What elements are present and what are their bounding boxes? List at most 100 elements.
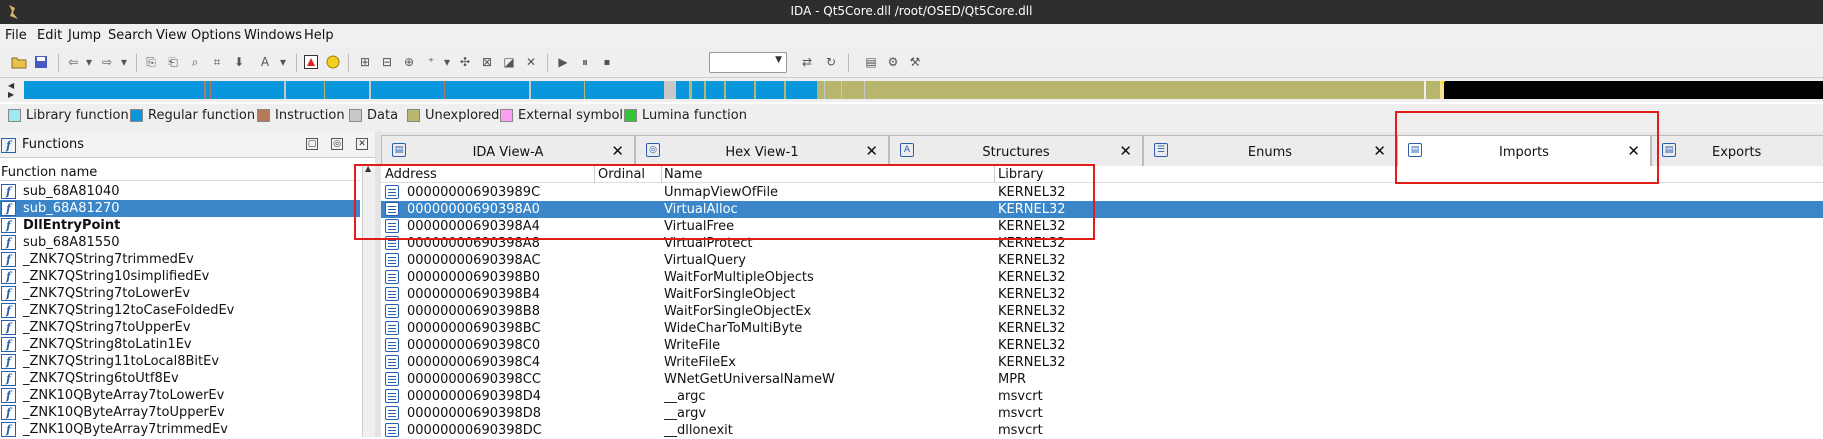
import-address-cell: 00000000690398B4 — [407, 287, 540, 302]
menu-options[interactable]: Options — [191, 28, 241, 43]
import-address-cell: 00000000690398B8 — [407, 304, 540, 319]
attach-icon[interactable]: ⇄ — [798, 53, 816, 71]
function-row[interactable]: f _ZNK7QString10simplifiedEv — [0, 268, 360, 285]
nav-arrows-icon[interactable]: ◀ ▶ — [8, 81, 18, 101]
chart-icon[interactable]: ◪ — [500, 53, 518, 71]
close-icon[interactable]: ✕ — [865, 142, 878, 160]
legend-external-symbol: External symbol — [500, 107, 623, 123]
hex-icon: ◎ — [646, 143, 660, 157]
menu-search[interactable]: Search — [108, 28, 153, 43]
close-icon[interactable]: ✕ — [1373, 142, 1386, 160]
function-name-column-header[interactable]: Function name — [0, 164, 360, 181]
function-row[interactable]: f _ZNK7QString6toUtf8Ev — [0, 370, 360, 387]
import-row[interactable]: 00000000690398B8 WaitForSingleObjectEx KER… — [381, 303, 1823, 320]
import-row[interactable]: 00000000690398D8 __argv msvcrt — [381, 405, 1823, 422]
import-row[interactable]: 00000000690398DC __dllonexit msvcrt — [381, 422, 1823, 439]
function-row[interactable]: f sub_68A81550 — [0, 234, 360, 251]
import-row[interactable]: 00000000690398D4 __argc msvcrt — [381, 388, 1823, 405]
copy-icon[interactable]: ⎘ — [142, 53, 160, 71]
data-icon[interactable]: ⊕ — [400, 53, 418, 71]
function-icon: f — [1, 337, 16, 352]
import-address-cell: 00000000690398D4 — [407, 389, 542, 404]
restore-icon[interactable]: ▢ — [306, 138, 318, 150]
debugger-select[interactable]: ▼ — [709, 52, 787, 73]
function-row-selected[interactable]: f sub_68A81270 — [0, 200, 360, 217]
function-row[interactable]: f _ZNK7QString7toLowerEv — [0, 285, 360, 302]
tab-hex-view-1[interactable]: ◎ Hex View-1 ✕ — [635, 135, 889, 166]
graph-icon[interactable] — [302, 53, 320, 71]
menu-bar: File Edit Jump Search View Options Windo… — [0, 24, 1823, 48]
navigation-band[interactable]: ◀ ▶ — [0, 78, 1823, 102]
back-menu-icon[interactable]: ▾ — [80, 53, 98, 71]
function-row[interactable]: f _ZNK7QString8toLatin1Ev — [0, 336, 360, 353]
stop-icon[interactable]: ⏹ — [598, 53, 616, 71]
search-binary-icon[interactable]: ⌗ — [208, 53, 226, 71]
import-row[interactable]: 00000000690398C4 WriteFileEx KERNEL32 — [381, 354, 1823, 371]
menu-jump[interactable]: Jump — [68, 28, 101, 43]
enums-icon: ☰ — [1154, 143, 1168, 157]
import-name-cell: WideCharToMultiByte — [664, 321, 803, 336]
struct-icon[interactable]: ✣ — [456, 53, 474, 71]
forward-menu-icon[interactable]: ▾ — [115, 53, 133, 71]
float-icon[interactable]: ◎ — [331, 138, 343, 150]
import-name-cell: WNetGetUniversalNameW — [664, 372, 835, 387]
function-icon[interactable]: ⊞ — [356, 53, 374, 71]
function-row[interactable]: f _ZNK10QByteArray7toLowerEv — [0, 387, 360, 404]
tools-icon[interactable]: ⚒ — [906, 53, 924, 71]
import-row[interactable]: 00000000690398B0 WaitForMultipleObjects KE… — [381, 269, 1823, 286]
close-icon[interactable]: ✕ — [356, 138, 368, 150]
import-library-cell: KERNEL32 — [998, 321, 1066, 336]
pause-icon[interactable]: ⏸ — [576, 53, 594, 71]
tab-enums[interactable]: ☰ Enums ✕ — [1143, 135, 1397, 166]
undefine-icon[interactable]: ✕ — [522, 53, 540, 71]
function-row[interactable]: f _ZNK7QString11toLocal8BitEv — [0, 353, 360, 370]
tab-exports[interactable]: ▤ Exports — [1651, 135, 1823, 166]
function-row[interactable]: f sub_68A81040 — [0, 183, 360, 200]
import-address-cell: 00000000690398C0 — [407, 338, 541, 353]
import-row[interactable]: 00000000690398C0 WriteFile KERNEL32 — [381, 337, 1823, 354]
function-row[interactable]: f _ZNK7QString7toUpperEv — [0, 319, 360, 336]
tab-structures[interactable]: A Structures ✕ — [889, 135, 1143, 166]
menu-help[interactable]: Help — [304, 28, 334, 43]
import-row[interactable]: 00000000690398BC WideCharToMultiByte KERNE… — [381, 320, 1823, 337]
string-menu-icon[interactable]: ▾ — [438, 53, 456, 71]
function-row[interactable]: f _ZNK10QByteArray7trimmedEv — [0, 421, 360, 438]
open-icon[interactable] — [10, 53, 28, 71]
function-row[interactable]: f _ZNK7QString12toCaseFoldedEv — [0, 302, 360, 319]
text-menu-icon[interactable]: ▾ — [274, 53, 292, 71]
lumina-icon[interactable] — [324, 53, 342, 71]
menu-edit[interactable]: Edit — [37, 28, 62, 43]
functions-panel-title: Functions — [22, 137, 85, 152]
text-icon[interactable]: A — [256, 53, 274, 71]
function-row[interactable]: f DllEntryPoint — [0, 217, 360, 234]
menu-view[interactable]: View — [156, 28, 187, 43]
forward-icon[interactable]: ⇨ — [98, 53, 116, 71]
function-row[interactable]: f _ZNK10QByteArray7toUpperEv — [0, 404, 360, 421]
code-icon[interactable]: ⊟ — [378, 53, 396, 71]
play-icon[interactable]: ▶ — [554, 53, 572, 71]
search-text-icon[interactable]: ⌕ — [186, 53, 204, 71]
menu-windows[interactable]: Windows — [244, 28, 302, 43]
swatch-icon — [349, 108, 362, 122]
navigation-band-bar[interactable] — [24, 81, 1823, 99]
paste-icon[interactable]: ⎗ — [164, 53, 182, 71]
close-icon[interactable]: ✕ — [1119, 142, 1132, 160]
enum-icon[interactable]: ⊠ — [478, 53, 496, 71]
import-row[interactable]: 00000000690398AC VirtualQuery KERNEL32 — [381, 252, 1823, 269]
hexrays-icon[interactable]: ⚙ — [884, 53, 902, 71]
import-row[interactable]: 00000000690398CC WNetGetUniversalNameW MPR — [381, 371, 1823, 388]
swatch-icon — [407, 108, 420, 122]
highlight-box-imports-tab — [1395, 111, 1659, 184]
imports-icon[interactable]: ▤ — [862, 53, 880, 71]
tab-ida-view-a[interactable]: ▤ IDA View-A ✕ — [381, 135, 635, 166]
import-address-cell: 00000000690398BC — [407, 321, 541, 336]
function-row[interactable]: f _ZNK7QString7trimmedEv — [0, 251, 360, 268]
save-icon[interactable] — [32, 53, 50, 71]
close-icon[interactable]: ✕ — [611, 142, 624, 160]
jump-down-icon[interactable]: ⬇ — [230, 53, 248, 71]
import-row[interactable]: 00000000690398B4 WaitForSingleObject KERNE… — [381, 286, 1823, 303]
menu-file[interactable]: File — [5, 28, 27, 43]
import-library-cell: msvcrt — [998, 423, 1043, 438]
chevron-down-icon: ▼ — [775, 55, 782, 65]
step-icon[interactable]: ↻ — [822, 53, 840, 71]
